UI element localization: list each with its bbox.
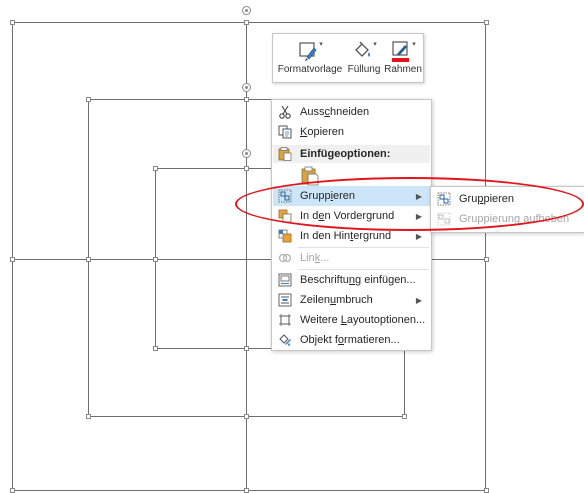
rotate-handle-icon[interactable] <box>242 6 251 15</box>
resize-handle[interactable] <box>86 414 91 419</box>
ungroup-objects-icon <box>432 212 456 226</box>
paste-icon <box>273 147 297 161</box>
resize-handle[interactable] <box>86 97 91 102</box>
caption-icon <box>273 273 297 287</box>
paste-keep-source-button[interactable] <box>298 164 322 188</box>
submenu-item-group[interactable]: Gruppieren <box>432 189 583 209</box>
context-menu: Ausschneiden Kopieren Einfügeoptionen: G… <box>271 99 432 351</box>
menu-item-link[interactable]: Link... <box>273 248 430 268</box>
menu-item-bring-forward[interactable]: In den Vordergrund ▶ <box>273 206 430 226</box>
paste-picture-icon <box>301 166 319 186</box>
menu-item-insert-caption[interactable]: Beschriftung einfügen... <box>273 270 430 290</box>
shape-style-button[interactable]: ▾ Formatvorlage <box>275 38 345 80</box>
send-backward-icon <box>273 229 297 243</box>
group-submenu: Gruppieren Gruppierung aufheben <box>430 186 584 233</box>
resize-handle[interactable] <box>484 488 489 493</box>
menu-item-cut[interactable]: Ausschneiden <box>273 102 430 122</box>
resize-handle[interactable] <box>402 414 407 419</box>
resize-handle[interactable] <box>244 346 249 351</box>
submenu-arrow-icon: ▶ <box>415 211 422 221</box>
shape-fill-label: Füllung <box>347 64 381 75</box>
shape-style-label: Formatvorlage <box>277 64 343 75</box>
resize-handle[interactable] <box>10 20 15 25</box>
format-object-icon <box>273 333 297 347</box>
group-objects-icon <box>432 192 456 206</box>
menu-item-format-object[interactable]: Objekt formatieren... <box>273 330 430 350</box>
shape-outline-label: Rahmen <box>384 64 422 75</box>
resize-handle[interactable] <box>484 257 489 262</box>
paint-bucket-icon: ▾ <box>345 40 383 64</box>
rotate-handle-icon[interactable] <box>242 149 251 158</box>
resize-handle[interactable] <box>244 166 249 171</box>
paste-options-header: Einfügeoptionen: <box>273 145 430 163</box>
resize-handle[interactable] <box>10 257 15 262</box>
submenu-arrow-icon: ▶ <box>415 295 422 305</box>
resize-handle[interactable] <box>153 346 158 351</box>
menu-item-wrap-text[interactable]: Zeilenumbruch ▶ <box>273 290 430 310</box>
menu-item-copy[interactable]: Kopieren <box>273 122 430 142</box>
menu-item-more-layout-options[interactable]: Weitere Layoutoptionen... <box>273 310 430 330</box>
resize-handle[interactable] <box>153 166 158 171</box>
submenu-item-ungroup[interactable]: Gruppierung aufheben <box>432 209 583 229</box>
resize-handle[interactable] <box>484 20 489 25</box>
layout-options-icon <box>273 313 297 327</box>
rotate-handle-icon[interactable] <box>242 83 251 92</box>
bring-forward-icon <box>273 209 297 223</box>
resize-handle[interactable] <box>244 97 249 102</box>
resize-handle[interactable] <box>153 257 158 262</box>
resize-handle[interactable] <box>10 488 15 493</box>
resize-handle[interactable] <box>244 414 249 419</box>
resize-handle[interactable] <box>244 488 249 493</box>
group-objects-icon <box>273 189 297 203</box>
copy-icon <box>273 125 297 139</box>
pen-outline-icon: ▾ <box>383 40 423 64</box>
wrap-text-icon <box>273 293 297 307</box>
shape-style-icon: ▾ <box>275 40 345 64</box>
submenu-arrow-icon: ▶ <box>415 231 422 241</box>
mini-toolbar: ▾ Formatvorlage ▾ Füllung ▾ Rahmen <box>272 33 424 83</box>
menu-item-send-backward[interactable]: In den Hintergrund ▶ <box>273 226 430 246</box>
resize-handle[interactable] <box>86 257 91 262</box>
submenu-arrow-icon: ▶ <box>415 191 422 201</box>
menu-item-group[interactable]: Gruppieren ▶ <box>273 186 430 206</box>
resize-handle[interactable] <box>244 20 249 25</box>
shape-fill-button[interactable]: ▾ Füllung <box>345 38 383 80</box>
scissors-icon <box>273 105 297 119</box>
shape-outline-button[interactable]: ▾ Rahmen <box>383 38 423 80</box>
link-icon <box>273 251 297 265</box>
